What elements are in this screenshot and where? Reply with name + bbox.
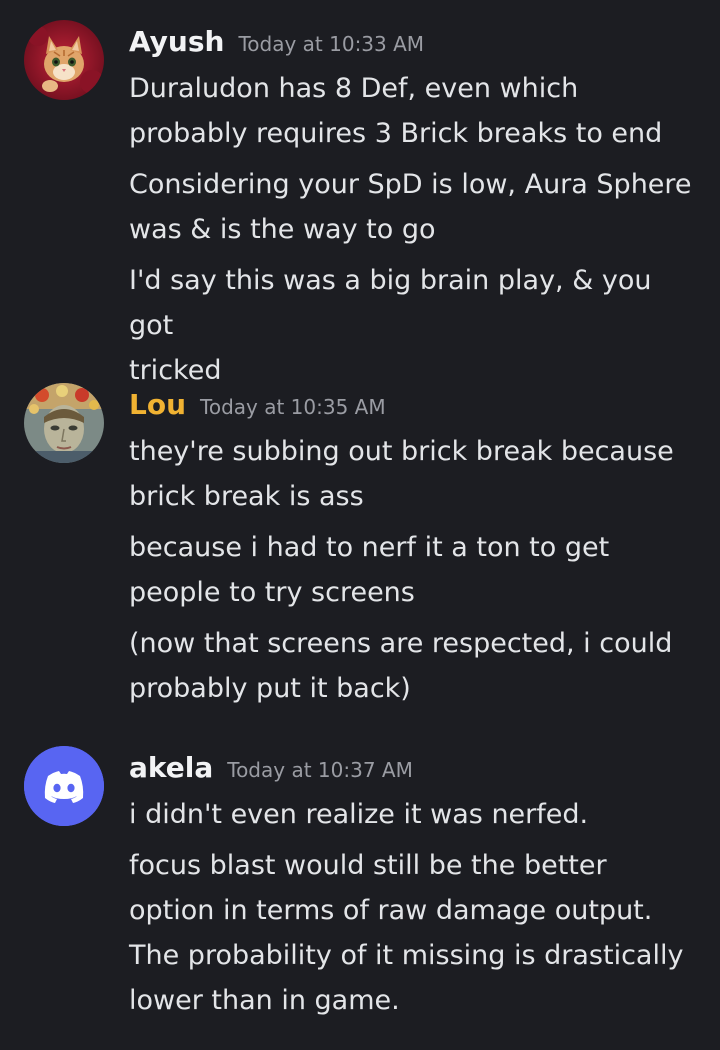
painted-portrait-avatar-icon — [24, 383, 104, 463]
message-text: because i had to nerf it a ton to get pe… — [129, 532, 610, 608]
username-lou[interactable]: Lou — [129, 388, 186, 421]
cat-avatar-icon — [24, 20, 104, 100]
message-text: they're subbing out brick break because … — [129, 436, 674, 512]
avatar-akela[interactable] — [24, 746, 104, 826]
timestamp: Today at 10:37 AM — [227, 758, 413, 782]
message-group-lou: Lou Today at 10:35 AM they're subbing out… — [0, 383, 720, 713]
message-text: i didn't even realize it was nerfed. — [129, 799, 589, 830]
message-text: Considering your SpD is low, Aura Sphere… — [129, 169, 692, 245]
chat-message-list: Ayush Today at 10:33 AM Duraludon has 8 D… — [0, 0, 720, 1050]
message-group-akela: akela Today at 10:37 AM i didn't even rea… — [0, 746, 720, 1036]
message-text: focus blast would still be the better op… — [129, 850, 684, 1016]
timestamp: Today at 10:35 AM — [200, 395, 386, 419]
message-lines: i didn't even realize it was nerfed. foc… — [129, 792, 704, 1029]
message-header: Lou Today at 10:35 AM — [129, 383, 386, 427]
message-group-ayush: Ayush Today at 10:33 AM Duraludon has 8 D… — [0, 20, 720, 386]
message-text: Duraludon has 8 Def, even which probably… — [129, 73, 663, 149]
message-text: I'd say this was a big brain play, & you… — [129, 265, 652, 386]
timestamp: Today at 10:33 AM — [238, 32, 425, 56]
username-ayush[interactable]: Ayush — [129, 25, 224, 58]
avatar-lou[interactable] — [24, 383, 104, 463]
message-lines: Duraludon has 8 Def, even which probably… — [129, 66, 704, 399]
message-text: (now that screens are respected, i could… — [129, 628, 673, 704]
discord-default-avatar-icon — [24, 746, 104, 826]
message-header: Ayush Today at 10:33 AM — [129, 20, 424, 64]
avatar-ayush[interactable] — [24, 20, 104, 100]
message-lines: they're subbing out brick break because … — [129, 429, 704, 717]
username-akela[interactable]: akela — [129, 751, 213, 784]
message-header: akela Today at 10:37 AM — [129, 746, 413, 790]
